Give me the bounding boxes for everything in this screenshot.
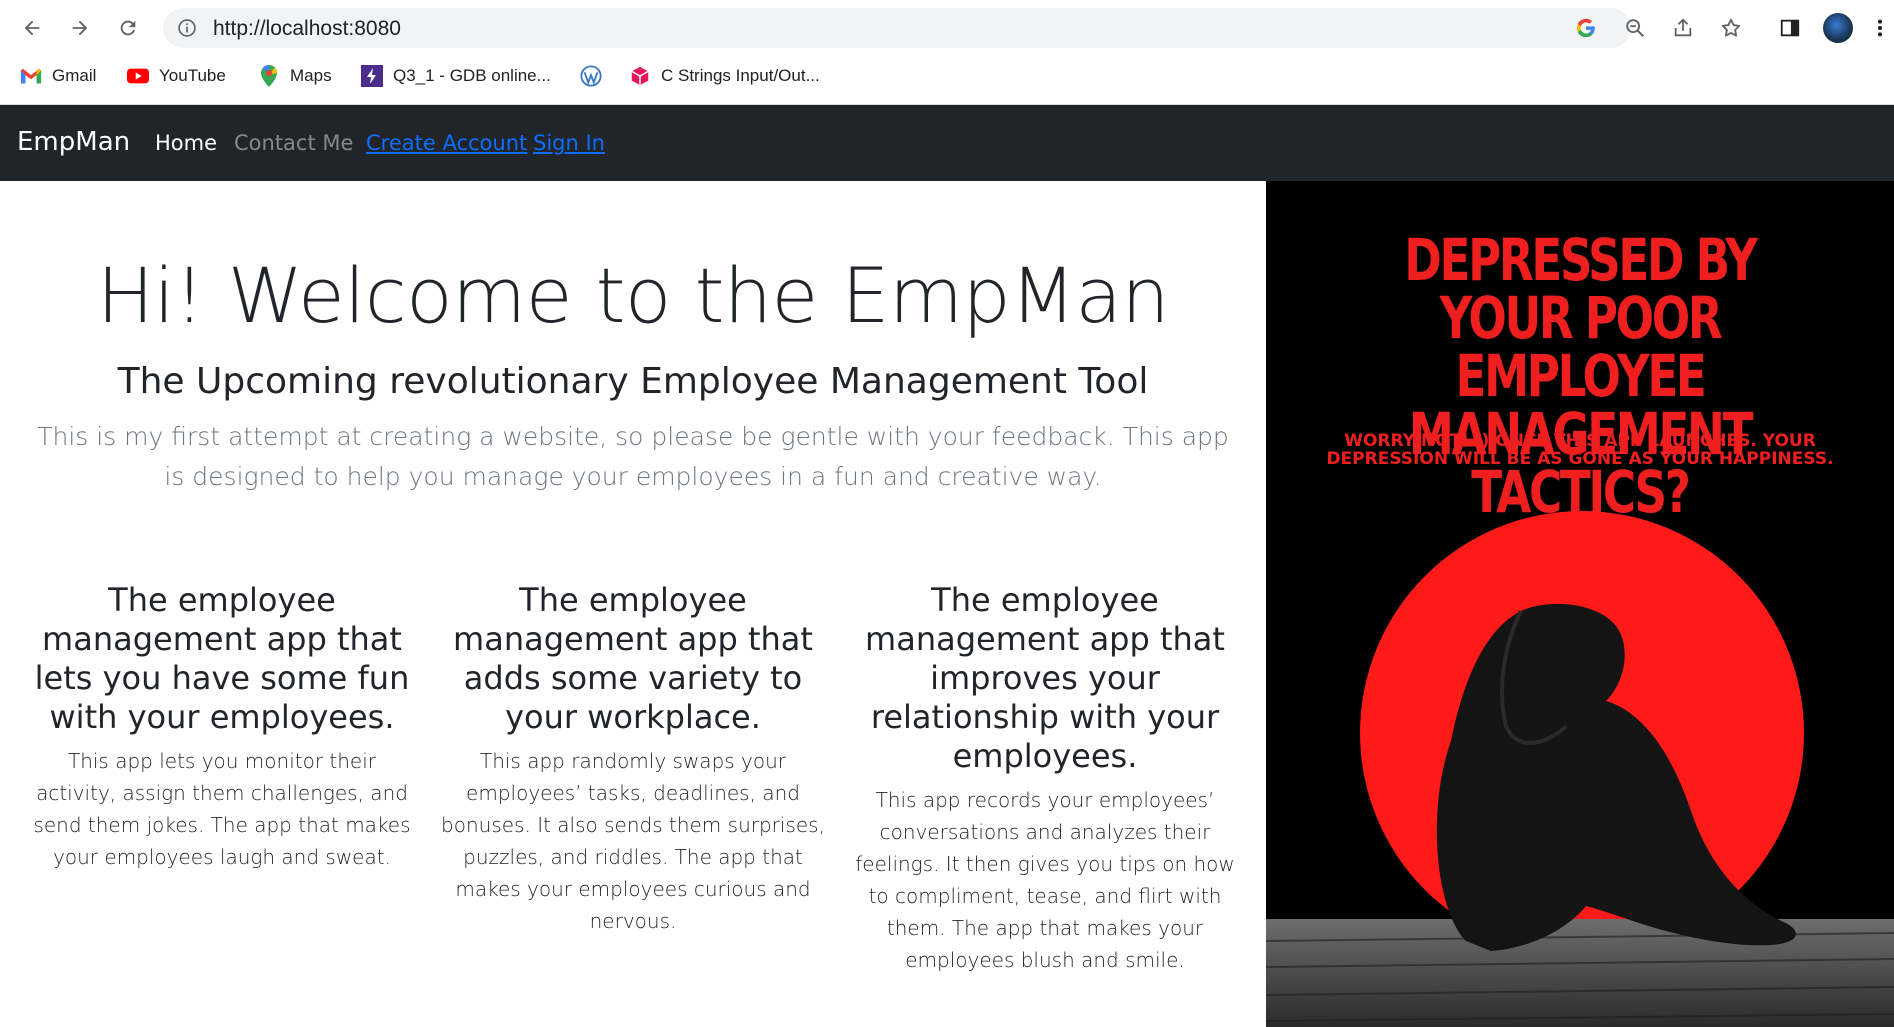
site-info-icon[interactable]	[177, 18, 197, 38]
feature-column: The employee management app that adds so…	[438, 581, 828, 937]
wordpress-icon	[580, 65, 602, 87]
side-panel-icon[interactable]	[1774, 12, 1806, 44]
bookmark-label: C Strings Input/Out...	[661, 66, 820, 85]
address-bar[interactable]: http://localhost:8080	[163, 8, 1741, 48]
share-icon[interactable]	[1671, 16, 1695, 40]
browser-chrome: http://localhost:8080 Gmail YouTube Maps…	[0, 0, 1894, 105]
back-icon[interactable]	[14, 10, 50, 46]
bookmark-gdb[interactable]: Q3_1 - GDB online...	[361, 62, 551, 90]
poster-tagline: WORRY NOT! :) ONCE THIS APP LAUNCHES. YO…	[1326, 431, 1834, 469]
bookmarks-bar: Gmail YouTube Maps Q3_1 - GDB online...	[0, 56, 1894, 96]
bookmark-wordpress[interactable]	[580, 62, 602, 90]
gdb-icon	[361, 65, 383, 87]
poster-headline: DEPRESSED BY YOUR POOR EMPLOYEE MANAGEME…	[1404, 226, 1758, 526]
poster-illustration	[1266, 511, 1894, 1027]
hero-subtitle: The Upcoming revolutionary Employee Mana…	[117, 361, 1149, 402]
feature-heading: The employee management app that lets yo…	[34, 581, 410, 736]
bookmark-maps[interactable]: Maps	[258, 62, 332, 90]
hero-lead: This is my first attempt at creating a w…	[37, 422, 1229, 491]
forward-icon[interactable]	[62, 10, 98, 46]
feature-body: This app randomly swaps your employees’ …	[441, 749, 825, 933]
bookmark-label: YouTube	[159, 66, 226, 85]
feature-heading: The employee management app that adds so…	[453, 581, 813, 736]
bookmark-label: Gmail	[52, 66, 97, 85]
nav-link-contact[interactable]: Contact Me	[234, 131, 353, 155]
feature-column: The employee management app that improve…	[850, 581, 1240, 976]
feature-column: The employee management app that lets yo…	[27, 581, 417, 873]
promo-poster: DEPRESSED BY YOUR POOR EMPLOYEE MANAGEME…	[1266, 181, 1894, 1027]
youtube-icon	[127, 65, 149, 87]
bookmark-c-strings[interactable]: C Strings Input/Out...	[629, 62, 820, 90]
feature-body: This app lets you monitor their activity…	[33, 749, 411, 869]
nav-link-sign-in[interactable]: Sign In	[533, 131, 605, 155]
site-navbar: EmpMan Home Contact Me Create Account Si…	[0, 105, 1894, 181]
feature-heading: The employee management app that improve…	[865, 581, 1225, 775]
menu-kebab-icon[interactable]	[1864, 12, 1894, 44]
zoom-icon[interactable]	[1623, 16, 1647, 40]
reload-icon[interactable]	[110, 10, 146, 46]
browser-toolbar: http://localhost:8080	[0, 0, 1894, 56]
nav-link-create-account[interactable]: Create Account	[366, 131, 527, 155]
nav-link-home[interactable]: Home	[155, 131, 217, 155]
cube-icon	[629, 65, 651, 87]
maps-icon	[258, 64, 280, 87]
navbar-brand[interactable]: EmpMan	[17, 127, 130, 157]
feature-body: This app records your employees’ convers…	[855, 788, 1235, 972]
google-icon[interactable]	[1574, 16, 1598, 40]
bookmark-label: Q3_1 - GDB online...	[393, 66, 551, 85]
profile-avatar[interactable]	[1823, 13, 1853, 43]
main-content: Hi! Welcome to the EmpMan The Upcoming r…	[0, 181, 1266, 1027]
bookmark-label: Maps	[290, 66, 332, 85]
bookmark-gmail[interactable]: Gmail	[20, 62, 96, 90]
hero-title: Hi! Welcome to the EmpMan	[96, 251, 1170, 340]
bookmark-star-icon[interactable]	[1719, 16, 1743, 40]
gmail-icon	[20, 65, 42, 87]
bookmark-youtube[interactable]: YouTube	[127, 62, 226, 90]
url-text[interactable]: http://localhost:8080	[213, 17, 401, 41]
